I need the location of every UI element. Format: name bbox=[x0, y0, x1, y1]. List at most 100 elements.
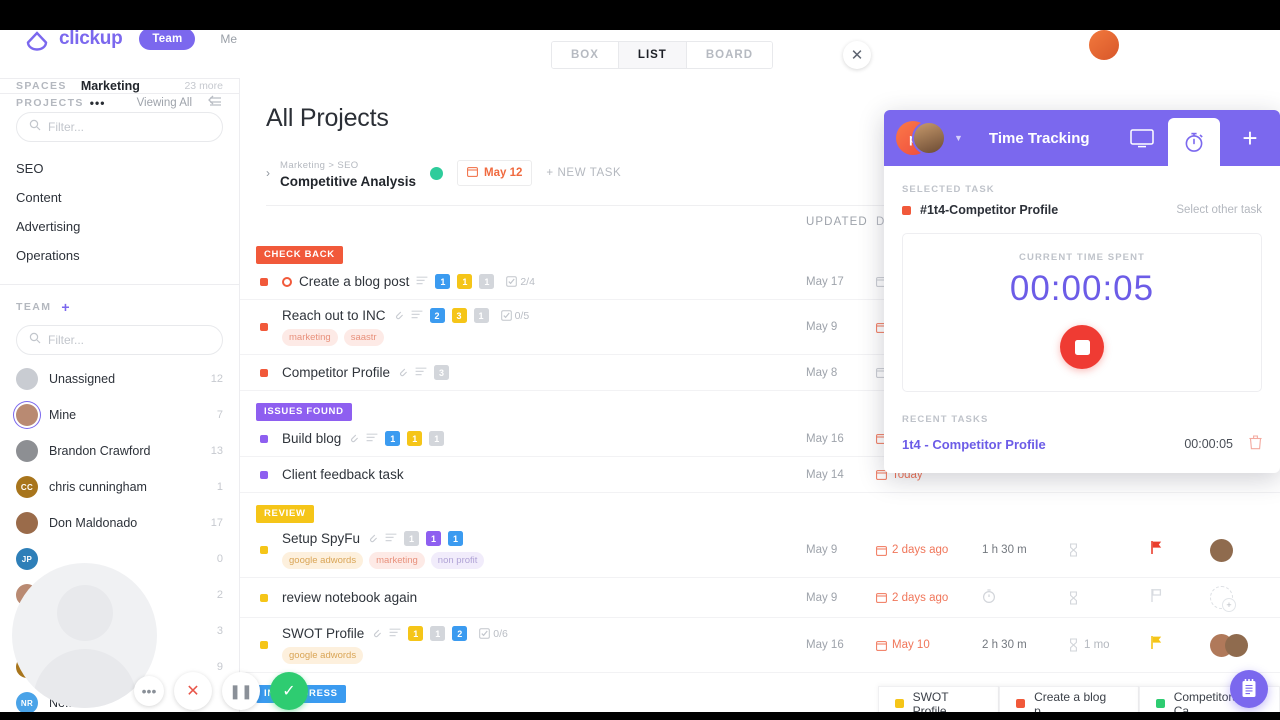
tab-box[interactable]: BOX bbox=[552, 42, 619, 68]
count-badge[interactable]: 1 bbox=[385, 431, 400, 446]
team-toggle[interactable]: Team bbox=[139, 28, 195, 50]
count-badge[interactable]: 1 bbox=[426, 531, 441, 546]
trash-icon[interactable] bbox=[1249, 435, 1262, 453]
team-filter[interactable] bbox=[16, 325, 223, 355]
pause-call-button[interactable]: ❚❚ bbox=[222, 672, 260, 710]
avatar[interactable] bbox=[1210, 539, 1233, 562]
date-chip[interactable]: May 12 bbox=[457, 160, 532, 186]
count-badge[interactable]: 1 bbox=[479, 274, 494, 289]
count-badge[interactable]: 1 bbox=[430, 626, 445, 641]
status-badge[interactable]: CHECK BACK bbox=[256, 246, 343, 264]
more-options-button[interactable]: ••• bbox=[134, 676, 164, 706]
accept-call-button[interactable]: ✓ bbox=[270, 672, 308, 710]
sidebar-item-content[interactable]: Content bbox=[0, 183, 239, 212]
task-assignees[interactable] bbox=[1210, 634, 1280, 657]
task-priority-flag[interactable] bbox=[1150, 540, 1210, 560]
task-due-date[interactable]: 2 days ago bbox=[876, 592, 982, 604]
task-name[interactable]: Client feedback task bbox=[282, 467, 404, 482]
table-row[interactable]: SWOT Profile1120/6google adwordsMay 16Ma… bbox=[240, 618, 1280, 673]
chevron-down-icon[interactable]: ▼ bbox=[954, 133, 963, 143]
count-badge[interactable]: 3 bbox=[434, 365, 449, 380]
tab-board[interactable]: BOARD bbox=[687, 42, 772, 68]
task-time-estimate[interactable] bbox=[1068, 543, 1150, 557]
list-item[interactable]: Mine7 bbox=[0, 397, 239, 433]
tag[interactable]: google adwords bbox=[282, 552, 363, 569]
task-name[interactable]: Competitor Profile bbox=[282, 365, 390, 380]
tab-list[interactable]: LIST bbox=[619, 42, 687, 68]
tag[interactable]: marketing bbox=[282, 329, 338, 346]
task-name[interactable]: Reach out to INC bbox=[282, 308, 386, 323]
tag[interactable]: marketing bbox=[369, 552, 425, 569]
task-assignees[interactable] bbox=[1210, 586, 1280, 609]
breadcrumb-text[interactable]: Marketing > SEO Competitive Analysis bbox=[280, 155, 416, 191]
status-color-square[interactable] bbox=[260, 641, 268, 649]
task-time-tracked[interactable] bbox=[982, 589, 1068, 606]
task-name[interactable]: review notebook again bbox=[282, 590, 417, 605]
avatar-stack[interactable]: p bbox=[896, 121, 952, 155]
monitor-icon[interactable] bbox=[1116, 110, 1168, 166]
selected-task-name[interactable]: #1t4-Competitor Profile bbox=[920, 203, 1058, 217]
task-name[interactable]: Build blog bbox=[282, 431, 341, 446]
count-badge[interactable]: 1 bbox=[407, 431, 422, 446]
recent-task-name[interactable]: 1t4 - Competitor Profile bbox=[902, 437, 1046, 452]
count-badge[interactable]: 1 bbox=[457, 274, 472, 289]
count-badge[interactable]: 1 bbox=[429, 431, 444, 446]
list-item[interactable]: Don Maldonado17 bbox=[0, 505, 239, 541]
priority-icon[interactable] bbox=[282, 277, 292, 287]
status-color-square[interactable] bbox=[260, 323, 268, 331]
recent-task-row[interactable]: 1t4 - Competitor Profile 00:00:05 bbox=[902, 435, 1262, 453]
tag[interactable]: google adwords bbox=[282, 647, 363, 664]
count-badge[interactable]: 2 bbox=[452, 626, 467, 641]
task-priority-flag[interactable] bbox=[1150, 588, 1210, 608]
task-time-estimate[interactable]: 1 mo bbox=[1068, 638, 1150, 652]
count-badge[interactable]: 1 bbox=[404, 531, 419, 546]
count-badge[interactable]: 3 bbox=[452, 308, 467, 323]
status-badge[interactable]: ISSUES FOUND bbox=[256, 403, 352, 421]
tag[interactable]: saastr bbox=[344, 329, 384, 346]
task-time-tracked[interactable]: 1 h 30 m bbox=[982, 544, 1068, 556]
list-item[interactable]: Unassigned12 bbox=[0, 361, 239, 397]
table-row[interactable]: review notebook againMay 92 days ago bbox=[240, 578, 1280, 618]
status-badge[interactable]: REVIEW bbox=[256, 505, 314, 523]
task-name[interactable]: Setup SpyFu bbox=[282, 531, 360, 546]
task-name[interactable]: SWOT Profile bbox=[282, 626, 364, 641]
collapse-sidebar-icon[interactable] bbox=[208, 94, 223, 112]
count-badge[interactable]: 1 bbox=[435, 274, 450, 289]
user-avatar[interactable] bbox=[1089, 30, 1119, 60]
expand-chevron-icon[interactable]: › bbox=[266, 166, 270, 180]
task-name[interactable]: Create a blog post bbox=[299, 274, 409, 289]
count-badge[interactable]: 1 bbox=[408, 626, 423, 641]
status-color-square[interactable] bbox=[260, 546, 268, 554]
status-dot[interactable] bbox=[430, 167, 443, 180]
me-toggle[interactable]: Me bbox=[220, 32, 237, 46]
current-space[interactable]: Marketing bbox=[81, 79, 140, 93]
project-filter-input[interactable] bbox=[48, 120, 210, 134]
task-due-date[interactable]: May 10 bbox=[876, 639, 982, 651]
viewing-filter[interactable]: Viewing All bbox=[137, 97, 192, 109]
stop-button-icon[interactable] bbox=[1060, 325, 1104, 369]
task-time-tracked[interactable]: 2 h 30 m bbox=[982, 639, 1068, 651]
status-color-square[interactable] bbox=[260, 471, 268, 479]
task-time-estimate[interactable] bbox=[1068, 591, 1150, 605]
status-color-square[interactable] bbox=[260, 278, 268, 286]
close-icon[interactable]: ✕ bbox=[843, 41, 871, 69]
spaces-row[interactable]: SPACES Marketing 23 more bbox=[0, 78, 239, 94]
status-color-square[interactable] bbox=[260, 594, 268, 602]
select-other-task-button[interactable]: Select other task bbox=[1176, 204, 1262, 216]
task-assignees[interactable] bbox=[1210, 539, 1280, 562]
count-badge[interactable]: 2 bbox=[430, 308, 445, 323]
new-task-button[interactable]: + NEW TASK bbox=[546, 167, 621, 179]
project-filter[interactable] bbox=[16, 112, 223, 142]
task-due-date[interactable]: 2 days ago bbox=[876, 544, 982, 556]
plus-icon[interactable]: + bbox=[1220, 110, 1280, 166]
count-badge[interactable]: 1 bbox=[474, 308, 489, 323]
list-item[interactable]: CCchris cunningham1 bbox=[0, 469, 239, 505]
status-color-square[interactable] bbox=[260, 435, 268, 443]
stopwatch-icon[interactable] bbox=[1168, 118, 1220, 166]
sidebar-item-seo[interactable]: SEO bbox=[0, 154, 239, 183]
list-item[interactable]: Brandon Crawford13 bbox=[0, 433, 239, 469]
avatar[interactable] bbox=[1210, 586, 1233, 609]
view-switcher[interactable]: BOX LIST BOARD bbox=[551, 41, 773, 69]
tag[interactable]: non profit bbox=[431, 552, 485, 569]
spaces-more[interactable]: 23 more bbox=[184, 80, 223, 92]
